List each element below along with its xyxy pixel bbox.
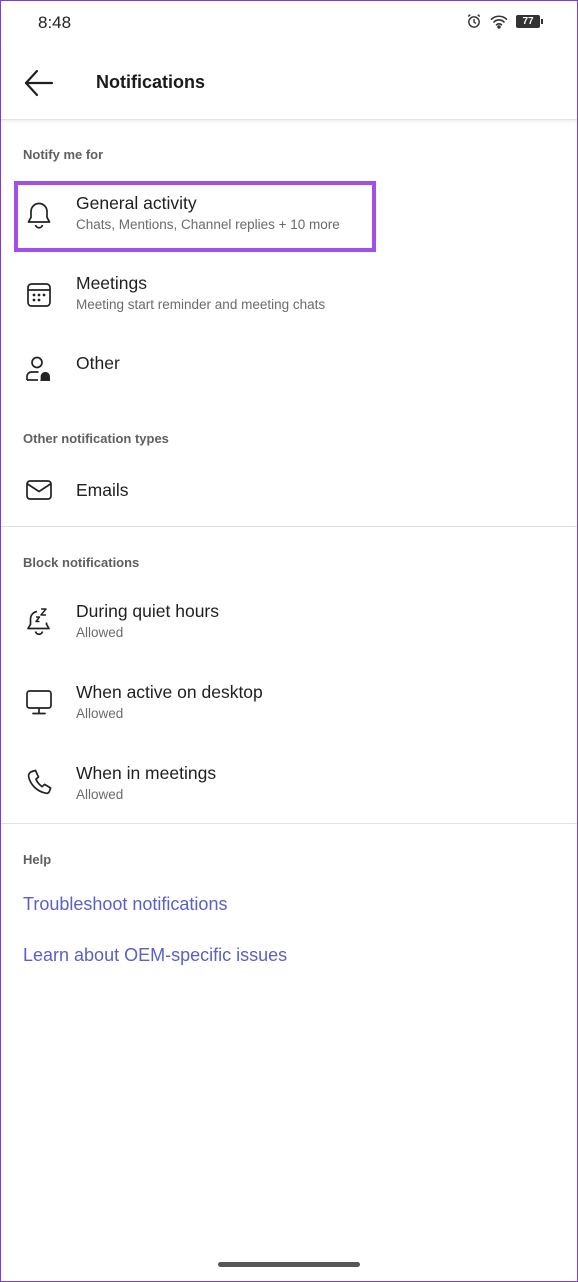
row-title: Other: [76, 353, 120, 373]
back-arrow-icon[interactable]: [22, 66, 56, 100]
oem-specific-issues-link[interactable]: Learn about OEM-specific issues: [23, 945, 287, 966]
quiet-hours-row[interactable]: During quiet hours Allowed: [0, 589, 578, 659]
home-indicator[interactable]: [218, 1262, 360, 1267]
bell-icon: [27, 202, 51, 229]
section-header-notify-me-for: Notify me for: [23, 147, 104, 162]
row-title: Emails: [76, 480, 129, 500]
in-meetings-row[interactable]: When in meetings Allowed: [0, 751, 578, 821]
person-bell-icon: [26, 356, 51, 381]
active-on-desktop-row[interactable]: When active on desktop Allowed: [0, 670, 578, 740]
snooze-bell-icon: [27, 608, 50, 636]
section-header-block-notifications: Block notifications: [23, 555, 140, 570]
section-header-other-notification-types: Other notification types: [23, 431, 169, 446]
divider: [0, 526, 578, 527]
section-header-help: Help: [23, 852, 52, 867]
row-title: During quiet hours: [76, 601, 219, 621]
row-subtitle: Allowed: [76, 625, 124, 640]
row-title: When in meetings: [76, 763, 217, 783]
battery-icon: 77: [516, 14, 543, 28]
calendar-icon: [27, 283, 51, 307]
meetings-row[interactable]: Meetings Meeting start reminder and meet…: [0, 261, 578, 331]
status-time: 8:48: [38, 13, 72, 32]
row-subtitle: Allowed: [76, 787, 124, 802]
emails-row[interactable]: Emails: [0, 455, 578, 525]
row-subtitle: Chats, Mentions, Channel replies + 10 mo…: [76, 217, 340, 232]
desktop-icon: [26, 690, 52, 715]
row-title: When active on desktop: [76, 682, 263, 702]
page-title: Notifications: [96, 72, 206, 92]
row-title: Meetings: [76, 273, 148, 293]
app-header: Notifications: [0, 46, 578, 120]
status-bar: 8:48 77: [0, 0, 578, 46]
status-icons: 77: [466, 13, 543, 29]
general-activity-row[interactable]: General activity Chats, Mentions, Channe…: [0, 180, 578, 250]
divider: [0, 823, 578, 824]
phone-icon: [27, 769, 52, 795]
row-subtitle: Allowed: [76, 706, 124, 721]
other-row[interactable]: Other: [0, 335, 578, 405]
alarm-icon: [466, 13, 482, 29]
row-subtitle: Meeting start reminder and meeting chats: [76, 297, 326, 312]
row-title: General activity: [76, 193, 197, 213]
wifi-icon: [490, 14, 508, 29]
troubleshoot-notifications-link[interactable]: Troubleshoot notifications: [23, 894, 227, 915]
mail-icon: [26, 480, 52, 500]
